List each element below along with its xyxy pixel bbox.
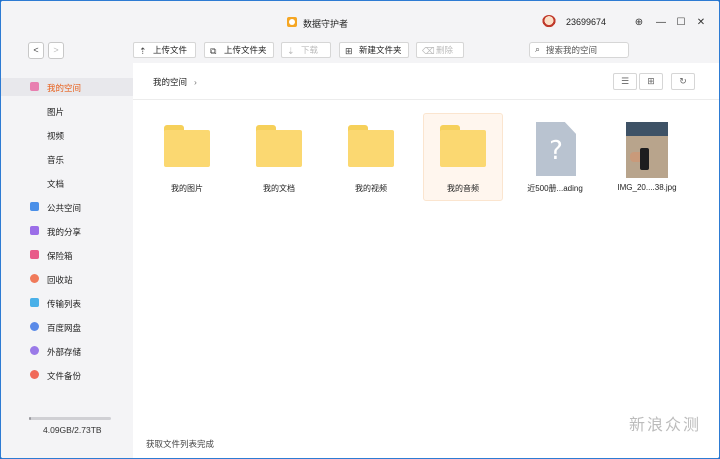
folder-icon <box>348 125 394 167</box>
breadcrumb-current[interactable]: 我的空间 <box>153 77 187 87</box>
list-view-icon[interactable]: ☰ <box>613 73 637 90</box>
pin-icon[interactable]: ⊕ <box>633 17 645 29</box>
delete-button[interactable]: ⌫ 删除 <box>416 42 464 58</box>
file-name: 我的文档 <box>263 184 295 193</box>
maximize-icon[interactable]: ☐ <box>675 17 687 29</box>
sidebar-item-file-backup[interactable]: 文件备份 <box>1 366 133 384</box>
file-item-folder[interactable]: 我的视频 <box>331 113 411 201</box>
sidebar-item-recycle-bin[interactable]: 回收站 <box>1 270 133 288</box>
baidu-cloud-icon <box>30 322 39 331</box>
toolbar: < > ⇡ 上传文件 ⧉ 上传文件夹 ⇣ 下载 ⊞ 新建文件夹 ⌫ 删除 ⌕ <box>1 39 719 63</box>
storage-usage-fill <box>29 417 31 420</box>
app-title: 数据守护者 <box>303 19 349 29</box>
file-browser: 我的空间 › ☰ ⊞ ↻ 我的图片 我的文档 我的视频 我的音频 ? 近500册.… <box>133 63 719 458</box>
sidebar-item-music[interactable]: 音乐 <box>1 150 133 168</box>
folder-icon <box>256 125 302 167</box>
watermark: 新浪众测 <box>629 417 702 434</box>
sidebar: 我的空间 图片 视频 音乐 文档 公共空间 我的分享 保险箱 回收站 传输列表 … <box>1 63 133 458</box>
backup-icon <box>30 370 39 379</box>
file-name: 我的视频 <box>355 184 387 193</box>
file-item-image[interactable]: IMG_20....38.jpg <box>607 113 687 201</box>
search-icon: ⌕ <box>535 44 541 54</box>
sidebar-item-pictures[interactable]: 图片 <box>1 102 133 120</box>
storage-usage-bar <box>29 417 111 420</box>
upload-file-button[interactable]: ⇡ 上传文件 <box>133 42 196 58</box>
user-avatar[interactable] <box>542 15 556 29</box>
external-storage-icon <box>30 346 39 355</box>
unknown-file-icon: ? <box>536 122 576 176</box>
transfer-icon <box>30 298 39 307</box>
share-icon <box>30 226 39 235</box>
trash-icon: ⌫ <box>422 46 435 56</box>
new-folder-icon: ⊞ <box>345 46 353 56</box>
title-bar: 数据守护者 23699674 ⊕ — ☐ ✕ <box>1 1 719 39</box>
sidebar-item-my-share[interactable]: 我的分享 <box>1 222 133 240</box>
app-logo-icon <box>287 17 297 27</box>
breadcrumb[interactable]: 我的空间 › <box>153 76 197 88</box>
upload-icon: ⇡ <box>139 46 147 56</box>
file-name: 我的图片 <box>171 184 203 193</box>
folder-icon <box>440 125 486 167</box>
sidebar-item-safe[interactable]: 保险箱 <box>1 246 133 264</box>
status-bar-text: 获取文件列表完成 <box>146 439 215 449</box>
sidebar-item-public-space[interactable]: 公共空间 <box>1 198 133 216</box>
forward-button[interactable]: > <box>48 42 64 59</box>
search-input[interactable] <box>546 44 626 56</box>
folder-icon <box>164 125 210 167</box>
refresh-icon[interactable]: ↻ <box>671 73 695 90</box>
divider <box>133 99 719 100</box>
app-window: 数据守护者 23699674 ⊕ — ☐ ✕ < > ⇡ 上传文件 ⧉ 上传文件… <box>0 0 720 459</box>
close-icon[interactable]: ✕ <box>695 17 707 29</box>
download-icon: ⇣ <box>287 46 295 56</box>
file-name: 我的音频 <box>447 184 479 193</box>
file-name: IMG_20....38.jpg <box>617 183 677 192</box>
upload-folder-button[interactable]: ⧉ 上传文件夹 <box>204 42 274 58</box>
sidebar-item-transfer-list[interactable]: 传输列表 <box>1 294 133 312</box>
chevron-right-icon: › <box>194 77 197 87</box>
sidebar-item-documents[interactable]: 文档 <box>1 174 133 192</box>
file-name: 近500册...ading <box>527 184 583 193</box>
storage-usage-text: 4.09GB/2.73TB <box>43 425 102 435</box>
download-button[interactable]: ⇣ 下载 <box>281 42 331 58</box>
image-thumbnail <box>626 122 668 178</box>
file-item-folder-selected[interactable]: 我的音频 <box>423 113 503 201</box>
username[interactable]: 23699674 <box>566 17 606 27</box>
public-space-icon <box>30 202 39 211</box>
new-folder-button[interactable]: ⊞ 新建文件夹 <box>339 42 409 58</box>
safe-icon <box>30 250 39 259</box>
minimize-icon[interactable]: — <box>655 17 667 29</box>
back-button[interactable]: < <box>28 42 44 59</box>
folder-upload-icon: ⧉ <box>210 46 217 56</box>
file-item-unknown[interactable]: ? 近500册...ading <box>515 113 595 201</box>
search-box[interactable]: ⌕ <box>529 42 629 58</box>
grid-view-icon[interactable]: ⊞ <box>639 73 663 90</box>
sidebar-item-baidu-cloud[interactable]: 百度网盘 <box>1 318 133 336</box>
sidebar-item-external-storage[interactable]: 外部存储 <box>1 342 133 360</box>
trash-icon <box>30 274 39 283</box>
sidebar-item-my-space[interactable]: 我的空间 <box>1 78 133 96</box>
file-item-folder[interactable]: 我的文档 <box>239 113 319 201</box>
sidebar-item-videos[interactable]: 视频 <box>1 126 133 144</box>
file-item-folder[interactable]: 我的图片 <box>147 113 227 201</box>
my-space-icon <box>30 82 39 91</box>
